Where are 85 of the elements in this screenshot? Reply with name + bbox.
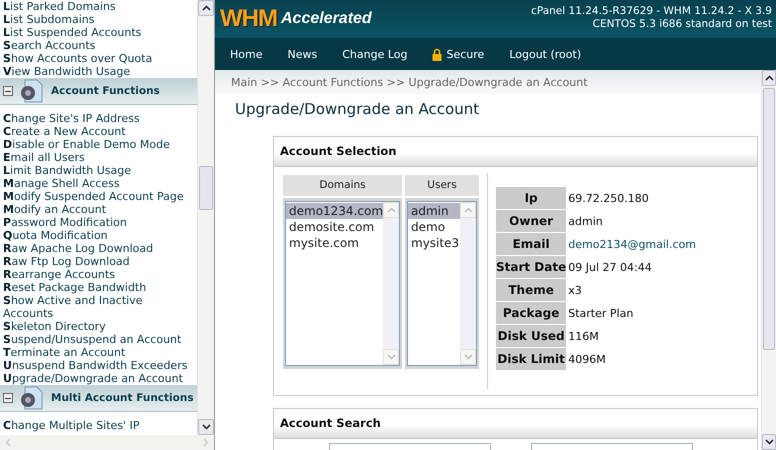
vertical-scrollbar[interactable] [197, 0, 214, 435]
page-title: Upgrade/Downgrade an Account [235, 100, 480, 120]
list-option[interactable]: demo1234.com [286, 203, 384, 219]
sidebar-link[interactable]: Change Site's IP Address [3, 112, 140, 125]
nav-link[interactable]: Secure [432, 48, 484, 60]
sidebar-link[interactable]: Suspend/Unsuspend an Account [3, 333, 182, 346]
sidebar-link[interactable]: Terminate an Account [3, 346, 126, 359]
sidebar-link[interactable]: Show Accounts over Quota [3, 52, 152, 65]
sidebar-link[interactable]: Change Multiple Sites' IP [3, 419, 140, 432]
list-option[interactable]: mysite3 [408, 235, 460, 251]
sidebar-link[interactable]: Raw Ftp Log Download [3, 255, 130, 268]
detail-label: Start Date [496, 256, 566, 278]
sidebar-link[interactable]: View Bandwidth Usage [3, 65, 130, 78]
detail-value: 09 Jul 27 04:44 [568, 260, 652, 274]
list-option[interactable]: mysite.com [286, 235, 384, 251]
column-header: Users [405, 175, 479, 196]
sidebar-link[interactable]: Limit Bandwidth Usage [3, 164, 131, 177]
chevron-up-icon [764, 75, 774, 81]
lock-icon [432, 48, 442, 60]
sidebar-link[interactable]: Modify an Account [3, 203, 106, 216]
chevron-down-icon [764, 439, 774, 445]
sidebar-link[interactable]: Email all Users [3, 151, 85, 164]
detail-label: Email [496, 233, 566, 255]
detail-value: x3 [568, 284, 582, 296]
detail-value: Starter Plan [568, 306, 634, 320]
sidebar-link[interactable]: Manage Shell Access [3, 177, 120, 190]
detail-label: Owner [496, 210, 566, 232]
detail-label: Package [496, 302, 566, 324]
chevron-up-icon [202, 5, 210, 11]
sidebar-link[interactable]: Reset Package Bandwidth [3, 281, 146, 294]
chevron-right-icon [203, 438, 209, 447]
sidebar-link[interactable]: List Suspended Accounts [3, 26, 142, 39]
scrollbar-thumb[interactable] [763, 88, 775, 350]
sidebar-link[interactable]: List Parked Domains [3, 0, 116, 13]
logo-text: Accelerated [280, 10, 372, 28]
chevron-down-icon [464, 354, 472, 360]
scrollbar-thumb[interactable] [199, 166, 213, 210]
sidebar-link[interactable]: Modify Suspended Account Page [3, 190, 184, 203]
list-option[interactable]: admin [408, 203, 460, 219]
nav-link[interactable]: News [287, 48, 318, 60]
nav-link[interactable]: Change Log [342, 48, 408, 60]
detail-label: Disk Used [496, 325, 566, 347]
email-link[interactable]: demo2134@gmail.com [568, 238, 696, 250]
sidebar-link[interactable]: Disable or Enable Demo Mode [3, 138, 170, 151]
sidebar-link[interactable]: Raw Apache Log Download [3, 242, 154, 255]
sidebar-link[interactable]: Upgrade/Downgrade an Account [3, 372, 183, 385]
sidebar-link[interactable]: Quota Modification [3, 229, 108, 242]
sidebar-link[interactable]: Rearrange Accounts [3, 268, 115, 281]
sidebar-link[interactable]: Skeleton Directory [3, 320, 106, 333]
sidebar-link[interactable]: List Subdomains [3, 13, 94, 26]
section-title: Multi Account Functions [51, 392, 194, 404]
detail-label: Disk Limit [496, 348, 566, 370]
detail-label: Ip [496, 187, 566, 209]
version-info: cPanel 11.24.5-R37629 - WHM 11.24.2 - X 3.9 [531, 5, 772, 18]
chevron-up-icon [386, 207, 396, 213]
horizontal-scrollbar[interactable] [0, 435, 214, 450]
sidebar-link[interactable]: Password Modification [3, 216, 127, 229]
version-info: CENTOS 5.3 i686 standard on test [592, 18, 772, 31]
section-header[interactable]: Multi Account Functions [0, 385, 197, 412]
list-box[interactable]: admin demo mysite3 [407, 201, 477, 366]
section-header[interactable]: Account Functions [0, 78, 197, 105]
chevron-left-icon [5, 438, 11, 447]
chevron-down-icon [202, 424, 210, 430]
detail-value: 4096M [568, 352, 606, 366]
detail-value: 69.72.250.180 [568, 192, 649, 204]
vertical-scrollbar[interactable] [761, 70, 776, 450]
sidebar-link[interactable]: Create a New Account [3, 125, 126, 138]
chevron-down-icon [386, 354, 396, 360]
sidebar-link[interactable]: Search Accounts [3, 39, 96, 52]
collapse-icon[interactable] [3, 393, 13, 403]
list-option[interactable]: demo [408, 219, 460, 235]
detail-label: Theme [496, 279, 566, 301]
breadcrumb: Main >> Account Functions >> Upgrade/Downgrade an Account [215, 70, 761, 95]
collapse-icon[interactable] [3, 86, 13, 96]
column-header: Domains [283, 175, 402, 196]
logo-mark: WHM [220, 5, 277, 33]
chevron-up-icon [464, 207, 472, 213]
list-option[interactable]: demosite.com [286, 219, 384, 235]
nav-link[interactable]: Logout (root) [509, 48, 582, 60]
detail-value: 116M [568, 330, 599, 342]
detail-value: admin [568, 214, 603, 228]
list-box[interactable]: demo1234.com demosite.com mysite.com [285, 201, 400, 366]
sidebar-link[interactable]: Unsuspend Bandwidth Exceeders [3, 359, 188, 372]
section-title: Account Functions [51, 85, 160, 97]
nav-link[interactable]: Home [230, 48, 262, 60]
